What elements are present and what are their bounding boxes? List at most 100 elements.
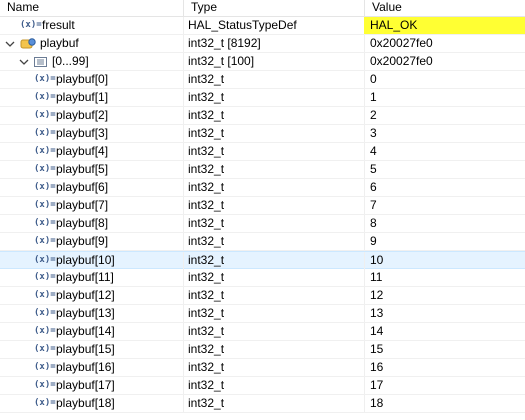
name-cell: (x)= playbuf[14] — [0, 323, 183, 340]
variable-icon: (x)= — [34, 290, 56, 300]
tree-row[interactable]: (x)= playbuf[13] int32_t 13 — [0, 305, 525, 323]
value-cell[interactable]: 0x20027fe0 — [364, 35, 525, 52]
variable-name: playbuf[3] — [56, 126, 109, 140]
tree-row[interactable]: (x)= playbuf[5] int32_t 5 — [0, 161, 525, 179]
value-cell[interactable]: 16 — [364, 359, 525, 376]
tree-row[interactable]: (x)= playbuf[12] int32_t 12 — [0, 287, 525, 305]
tree-row[interactable]: (x)= playbuf[16] int32_t 16 — [0, 359, 525, 377]
column-divider — [183, 161, 184, 178]
variable-icon: (x)= — [34, 255, 56, 265]
tree-row[interactable]: (x)= playbuf[6] int32_t 6 — [0, 179, 525, 197]
value-cell[interactable]: 18 — [364, 395, 525, 412]
column-divider — [183, 215, 184, 232]
value-cell[interactable]: 3 — [364, 125, 525, 142]
variable-name: playbuf[16] — [56, 360, 115, 374]
variable-name: playbuf[9] — [56, 234, 109, 248]
type-cell: int32_t — [188, 144, 225, 158]
name-cell: (x)= playbuf[8] — [0, 215, 183, 232]
column-header-value[interactable]: Value — [364, 0, 525, 16]
value-cell[interactable]: 5 — [364, 161, 525, 178]
value-cell[interactable]: 6 — [364, 179, 525, 196]
type-cell: int32_t — [188, 108, 225, 122]
tree-row[interactable]: (x)= playbuf[3] int32_t 3 — [0, 125, 525, 143]
variable-name: playbuf[4] — [56, 144, 109, 158]
value-cell[interactable]: 13 — [364, 305, 525, 322]
tree-row[interactable]: (x)= playbuf[14] int32_t 14 — [0, 323, 525, 341]
name-cell: (x)= playbuf[18] — [0, 395, 183, 412]
variable-name: playbuf[1] — [56, 90, 109, 104]
variable-name: playbuf[6] — [56, 180, 109, 194]
column-divider — [183, 359, 184, 376]
name-cell: (x)= playbuf[17] — [0, 377, 183, 394]
column-divider — [183, 252, 184, 269]
tree-row[interactable]: (x)= playbuf[18] int32_t 18 — [0, 395, 525, 413]
value-cell[interactable]: 4 — [364, 143, 525, 160]
variable-icon: (x)= — [34, 182, 56, 192]
type-cell: int32_t — [188, 180, 225, 194]
column-header-bar: Name Type Value — [0, 0, 525, 17]
type-cell: int32_t — [188, 360, 225, 374]
column-header-type[interactable]: Type — [183, 0, 364, 16]
variable-icon: (x)= — [34, 200, 56, 210]
tree-row[interactable]: (x)= playbuf[4] int32_t 4 — [0, 143, 525, 161]
value-cell[interactable]: 0 — [364, 71, 525, 88]
column-header-name[interactable]: Name — [0, 0, 183, 16]
name-cell: (x)= playbuf[13] — [0, 305, 183, 322]
name-cell: (x)= playbuf[7] — [0, 197, 183, 214]
type-cell: int32_t — [188, 126, 225, 140]
tree-row[interactable]: (x)= playbuf[7] int32_t 7 — [0, 197, 525, 215]
variable-name: playbuf[13] — [56, 306, 115, 320]
variable-name: fresult — [42, 18, 75, 32]
column-divider — [183, 305, 184, 322]
column-divider — [183, 35, 184, 52]
variable-icon: (x)= — [34, 308, 56, 318]
value-cell[interactable]: 1 — [364, 89, 525, 106]
tree-row[interactable]: playbuf int32_t [8192] 0x20027fe0 — [0, 35, 525, 53]
tree-row[interactable]: (x)= playbuf[9] int32_t 9 — [0, 233, 525, 251]
tree-row[interactable]: [0...99] int32_t [100] 0x20027fe0 — [0, 53, 525, 71]
value-cell[interactable]: HAL_OK — [364, 17, 525, 34]
type-cell: int32_t — [188, 306, 225, 320]
name-cell: [0...99] — [0, 53, 183, 70]
variable-icon: (x)= — [34, 326, 56, 336]
name-cell: (x)= playbuf[11] — [0, 269, 183, 286]
type-cell: int32_t — [188, 324, 225, 338]
name-cell: (x)= playbuf[4] — [0, 143, 183, 160]
type-cell: int32_t — [188, 288, 225, 302]
value-cell[interactable]: 17 — [364, 377, 525, 394]
type-cell: int32_t — [188, 378, 225, 392]
variable-name: playbuf[12] — [56, 288, 115, 302]
expand-chevron-icon[interactable] — [18, 53, 30, 70]
value-cell[interactable]: 2 — [364, 107, 525, 124]
value-cell[interactable]: 8 — [364, 215, 525, 232]
value-cell[interactable]: 15 — [364, 341, 525, 358]
name-cell: (x)= playbuf[0] — [0, 71, 183, 88]
variable-icon: (x)= — [34, 92, 56, 102]
tree-row[interactable]: (x)= playbuf[0] int32_t 0 — [0, 71, 525, 89]
tree-row[interactable]: (x)= playbuf[15] int32_t 15 — [0, 341, 525, 359]
tree-row[interactable]: (x)= playbuf[10] int32_t 10 — [0, 251, 525, 269]
value-cell[interactable]: 14 — [364, 323, 525, 340]
value-cell[interactable]: 7 — [364, 197, 525, 214]
variable-name: playbuf[2] — [56, 108, 109, 122]
value-cell[interactable]: 12 — [364, 287, 525, 304]
tree-row[interactable]: (x)= fresult HAL_StatusTypeDef HAL_OK — [0, 17, 525, 35]
type-cell: int32_t — [188, 72, 225, 86]
name-cell: (x)= playbuf[16] — [0, 359, 183, 376]
tree-row[interactable]: (x)= playbuf[11] int32_t 11 — [0, 269, 525, 287]
array-range-icon — [34, 56, 47, 67]
expand-chevron-icon[interactable] — [4, 35, 16, 52]
name-cell: (x)= playbuf[2] — [0, 107, 183, 124]
value-cell[interactable]: 9 — [364, 233, 525, 250]
tree-row[interactable]: (x)= playbuf[17] int32_t 17 — [0, 377, 525, 395]
variable-icon: (x)= — [34, 164, 56, 174]
value-cell[interactable]: 0x20027fe0 — [364, 53, 525, 70]
type-cell: int32_t — [188, 90, 225, 104]
tree-row[interactable]: (x)= playbuf[1] int32_t 1 — [0, 89, 525, 107]
column-divider — [183, 233, 184, 250]
tree-row[interactable]: (x)= playbuf[8] int32_t 8 — [0, 215, 525, 233]
value-cell[interactable]: 11 — [364, 269, 525, 286]
value-cell[interactable]: 10 — [364, 252, 525, 269]
tree-row[interactable]: (x)= playbuf[2] int32_t 2 — [0, 107, 525, 125]
type-cell: int32_t — [188, 396, 225, 410]
